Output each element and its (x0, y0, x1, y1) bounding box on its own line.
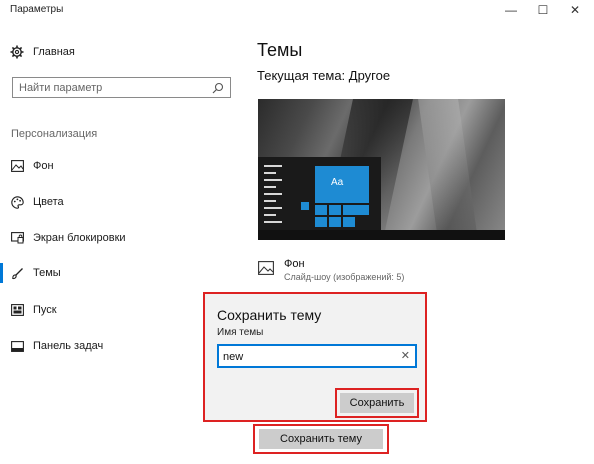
sidebar-item-themes[interactable]: Темы (10, 263, 61, 283)
search-input[interactable] (19, 80, 209, 95)
preview-tile (329, 217, 341, 227)
clear-icon[interactable]: ✕ (401, 349, 410, 362)
sidebar-item-label: Главная (33, 46, 75, 58)
sidebar-item-start[interactable]: Пуск (10, 300, 57, 320)
theme-name-field[interactable]: ✕ (217, 344, 417, 368)
start-icon (10, 303, 24, 317)
preview-tile (315, 217, 327, 227)
preview-menu-line (264, 172, 276, 174)
preview-tile (343, 205, 369, 215)
sidebar-item-label: Цвета (33, 196, 64, 208)
window-title: Параметры (10, 4, 64, 15)
preview-rock-highlight (418, 99, 478, 240)
preview-menu-line (264, 214, 276, 216)
close-button[interactable]: ✕ (560, 0, 590, 20)
preview-tile-label: Aa (331, 177, 344, 188)
preview-tile (343, 217, 355, 227)
sidebar-item-label: Фон (33, 160, 54, 172)
search-icon[interactable] (212, 81, 224, 94)
taskbar-icon (10, 339, 24, 353)
title-bar: Параметры — ☐ ✕ (0, 0, 594, 22)
save-theme-button[interactable]: Сохранить тему (259, 429, 383, 449)
preview-menu-line (264, 221, 282, 223)
gear-icon (10, 45, 24, 59)
section-heading: Персонализация (11, 128, 98, 140)
lock-screen-icon (10, 231, 24, 245)
theme-preview: Aa (258, 99, 505, 240)
preview-tile (315, 205, 327, 215)
preview-menu-line (264, 193, 282, 195)
active-indicator (0, 263, 3, 283)
page-title: Темы (257, 40, 303, 60)
sidebar-item-home[interactable]: Главная (10, 42, 75, 62)
save-theme-button-highlight: Сохранить тему (253, 424, 389, 454)
save-button-highlight: Сохранить (335, 388, 419, 418)
theme-name-input[interactable] (223, 349, 393, 364)
preview-tile (329, 205, 341, 215)
sidebar-item-taskbar[interactable]: Панель задач (10, 336, 103, 356)
sidebar-item-colors[interactable]: Цвета (10, 192, 64, 212)
background-title: Фон (284, 258, 305, 270)
preview-menu-line (264, 186, 276, 188)
preview-menu-line (264, 165, 282, 167)
picture-icon (10, 159, 24, 173)
picture-icon (258, 261, 274, 275)
brush-icon (10, 266, 24, 280)
maximize-button[interactable]: ☐ (528, 0, 558, 20)
preview-menu-line (264, 207, 282, 209)
save-theme-dialog: Сохранить тему Имя темы ✕ Сохранить (203, 292, 427, 422)
current-theme-label: Текущая тема: Другое (257, 68, 391, 83)
palette-icon (10, 195, 24, 209)
minimize-button[interactable]: — (496, 0, 526, 20)
search-field[interactable] (12, 77, 231, 98)
sidebar-item-label: Экран блокировки (33, 232, 126, 244)
dialog-title: Сохранить тему (217, 307, 322, 323)
preview-taskbar (258, 230, 505, 240)
sidebar-item-background[interactable]: Фон (10, 156, 54, 176)
preview-tile (301, 202, 309, 210)
preview-tile-large: Aa (315, 166, 369, 203)
preview-start-menu: Aa (258, 157, 381, 230)
save-button[interactable]: Сохранить (340, 393, 414, 413)
sidebar-item-label: Пуск (33, 304, 57, 316)
background-subtitle: Слайд-шоу (изображений: 5) (284, 272, 405, 282)
sidebar-item-label: Темы (33, 267, 61, 279)
background-setting[interactable]: Фон Слайд-шоу (изображений: 5) (258, 258, 458, 286)
sidebar-item-lock-screen[interactable]: Экран блокировки (10, 228, 126, 248)
theme-name-label: Имя темы (217, 327, 264, 338)
preview-menu-line (264, 179, 282, 181)
sidebar-item-label: Панель задач (33, 340, 104, 352)
preview-menu-line (264, 200, 276, 202)
